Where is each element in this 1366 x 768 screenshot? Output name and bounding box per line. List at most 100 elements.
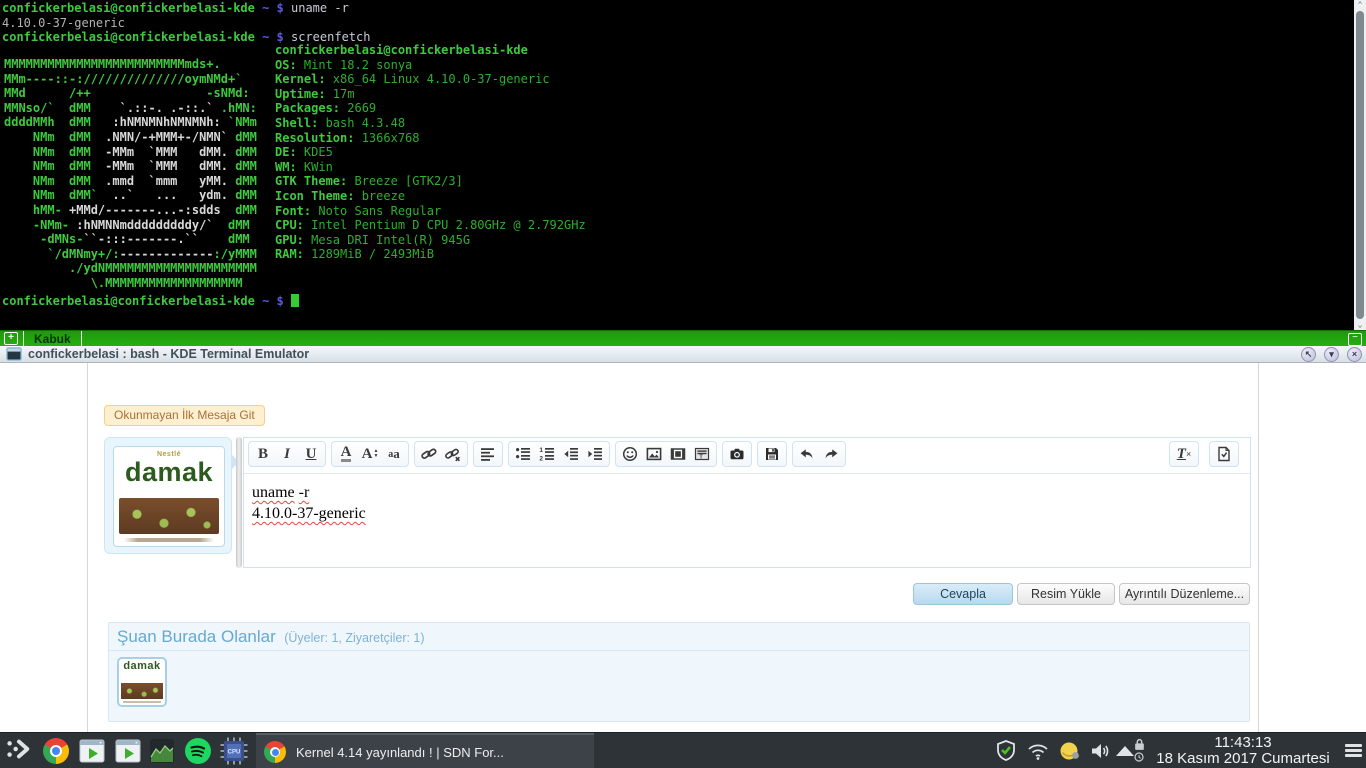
taskbar: CPU Kernel 4.14 yayınlandı ! | SDN For..… xyxy=(0,732,1366,768)
new-tab-button[interactable]: + xyxy=(4,332,18,345)
cpu-chip-icon[interactable]: CPU xyxy=(220,737,248,765)
keep-above-button[interactable]: ↖ xyxy=(1301,347,1316,362)
toolbar-group: 12 xyxy=(508,441,610,467)
terminal-cursor xyxy=(291,294,299,307)
mint-ascii-logo: MMMMMMMMMMMMMMMMMMMMMMMMMmds+. MMm----::… xyxy=(4,57,257,291)
toolbar-group xyxy=(1209,441,1239,467)
toolbar-group xyxy=(722,441,752,467)
konsole-tabbar: + Kabuk − xyxy=(0,330,1366,346)
app-launcher-icon[interactable] xyxy=(2,735,34,763)
forum-page: Okunmayan İlk Mesaja Git Nestlé damak BI… xyxy=(0,363,1366,732)
online-member-avatar[interactable]: damak xyxy=(117,657,167,707)
avatar-chocolate xyxy=(119,498,219,534)
font-color-icon[interactable]: A xyxy=(334,443,358,465)
media-icon[interactable] xyxy=(666,443,690,465)
tab-kabuk[interactable]: Kabuk xyxy=(23,331,82,346)
panel-menu-icon[interactable] xyxy=(1345,744,1362,758)
editor-resize-handle[interactable] xyxy=(236,437,242,568)
avatar-caption xyxy=(123,701,161,703)
unlink-icon[interactable] xyxy=(441,443,465,465)
underline-icon[interactable]: U xyxy=(299,443,323,465)
spotify-icon[interactable] xyxy=(184,737,212,765)
security-shield-icon[interactable] xyxy=(994,739,1018,763)
editor-text-line[interactable]: 4.10.0-37-generic xyxy=(252,505,1242,523)
toolbar-group: BIU xyxy=(248,441,326,467)
quote-icon[interactable]: T xyxy=(690,443,714,465)
online-now-panel: Şuan Burada Olanlar (Üyeler: 1, Ziyaretç… xyxy=(108,622,1250,722)
svg-text:CPU: CPU xyxy=(228,750,241,756)
editor-toolbar: BIUAA▲▼aa12TT× xyxy=(244,438,1250,474)
screenfetch-info: confickerbelasi@confickerbelasi-kdeOS: M… xyxy=(275,43,586,262)
bullet-list-icon[interactable] xyxy=(511,443,535,465)
clock-date: 18 Kasım 2017 Cumartesi xyxy=(1146,751,1340,767)
digital-clock[interactable]: 11:43:13 18 Kasım 2017 Cumartesi xyxy=(1146,734,1340,768)
avatar-chocolate xyxy=(121,683,163,699)
terminal-prompt[interactable]: confickerbelasi@confickerbelasi-kde ~ $ xyxy=(2,294,299,309)
close-button[interactable]: × xyxy=(1347,347,1362,362)
wallet-icon[interactable] xyxy=(1058,739,1082,763)
remove-format-icon[interactable]: T× xyxy=(1172,443,1196,465)
media-player-icon[interactable] xyxy=(114,737,142,765)
image-icon[interactable] xyxy=(642,443,666,465)
online-now-meta: (Üyeler: 1, Ziyaretçiler: 1) xyxy=(284,631,424,645)
italic-icon[interactable]: I xyxy=(275,443,299,465)
terminal-window[interactable]: confickerbelasi@confickerbelasi-kde ~ $ … xyxy=(0,0,1366,330)
scroll-up-icon[interactable]: ⌃ xyxy=(1358,0,1363,10)
goto-unread-button[interactable]: Okunmayan İlk Mesaja Git xyxy=(104,405,265,426)
tabbar-minimize-button[interactable]: − xyxy=(1348,333,1362,346)
editor-content[interactable]: uname -r 4.10.0-37-generic xyxy=(244,474,1250,536)
media-player-icon[interactable] xyxy=(78,737,106,765)
avatar-caption xyxy=(124,538,214,542)
text-case-icon[interactable]: aa xyxy=(382,443,406,465)
reply-editor[interactable]: BIUAA▲▼aa12TT× uname -r4.10.0-37-generic xyxy=(243,437,1251,568)
scroll-down-icon[interactable]: ⌄ xyxy=(1358,320,1363,330)
reply-button[interactable]: Cevapla xyxy=(913,583,1013,605)
minimize-button[interactable]: ▾ xyxy=(1324,347,1339,362)
svg-text:1: 1 xyxy=(539,447,543,454)
screen: confickerbelasi@confickerbelasi-kde ~ $ … xyxy=(0,0,1366,768)
editor-text-line[interactable]: uname -r xyxy=(252,484,1242,502)
link-icon[interactable] xyxy=(417,443,441,465)
task-label: Kernel 4.14 yayınlandı ! | SDN For... xyxy=(296,745,504,760)
online-now-title: Şuan Burada Olanlar xyxy=(117,627,276,647)
scrollbar-thumb[interactable] xyxy=(1356,11,1364,319)
terminal-output: 4.10.0-37-generic xyxy=(2,16,125,31)
font-size-icon[interactable]: A▲▼ xyxy=(358,443,382,465)
avatar-brand-label: damak xyxy=(119,661,165,672)
volume-icon[interactable] xyxy=(1088,739,1112,763)
undo-icon[interactable] xyxy=(795,443,819,465)
window-title: confickerbelasi : bash - KDE Terminal Em… xyxy=(28,347,309,361)
align-left-icon[interactable] xyxy=(476,443,500,465)
wifi-icon[interactable] xyxy=(1026,739,1050,763)
smiley-icon[interactable] xyxy=(618,443,642,465)
camera-icon[interactable] xyxy=(725,443,749,465)
status-indicators xyxy=(1133,737,1145,765)
terminal-line: confickerbelasi@confickerbelasi-kde ~ $ … xyxy=(2,1,349,16)
task-button-browser[interactable]: Kernel 4.14 yayınlandı ! | SDN For... xyxy=(256,733,594,768)
chrome-icon[interactable] xyxy=(42,737,70,765)
user-avatar[interactable]: Nestlé damak xyxy=(104,437,232,554)
save-icon[interactable] xyxy=(760,443,784,465)
toolbar-group: T× xyxy=(1169,441,1199,467)
clock-time: 11:43:13 xyxy=(1146,734,1340,751)
panel-divider xyxy=(109,650,1249,651)
svg-text:2: 2 xyxy=(539,455,543,462)
avatar-image: Nestlé damak xyxy=(113,446,225,547)
system-monitor-icon[interactable] xyxy=(148,737,176,765)
bold-icon[interactable]: B xyxy=(251,443,275,465)
source-icon[interactable] xyxy=(1212,443,1236,465)
advanced-edit-button[interactable]: Ayrıntılı Düzenleme... xyxy=(1119,583,1250,605)
tray-expand-arrow-icon[interactable] xyxy=(1116,746,1134,756)
tab-label: Kabuk xyxy=(34,332,71,346)
numbered-list-icon[interactable]: 12 xyxy=(535,443,559,465)
clock-indicator-icon xyxy=(1133,752,1145,762)
window-titlebar[interactable]: confickerbelasi : bash - KDE Terminal Em… xyxy=(0,346,1366,363)
avatar-brand-label: damak xyxy=(114,458,224,486)
redo-icon[interactable] xyxy=(819,443,843,465)
indent-icon[interactable] xyxy=(583,443,607,465)
toolbar-group: T xyxy=(615,441,717,467)
upload-image-button[interactable]: Resim Yükle xyxy=(1017,583,1115,605)
outdent-icon[interactable] xyxy=(559,443,583,465)
toolbar-group xyxy=(792,441,846,467)
terminal-scrollbar[interactable]: ⌃ ⌄ xyxy=(1354,0,1366,330)
